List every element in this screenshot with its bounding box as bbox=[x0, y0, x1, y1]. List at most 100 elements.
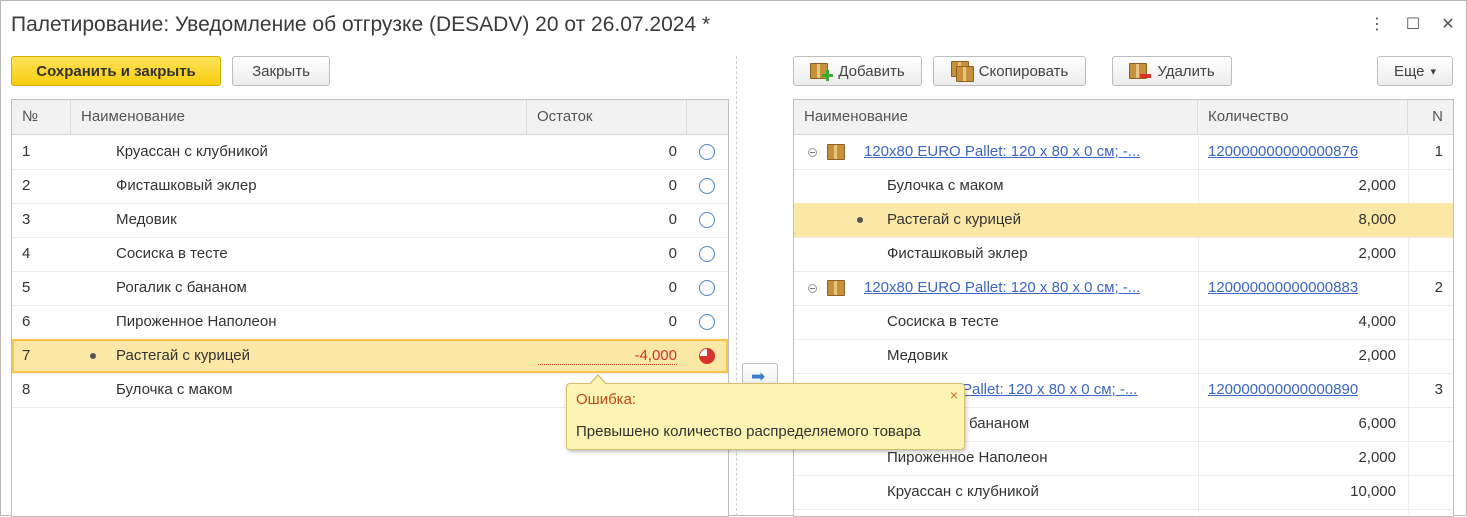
error-underline bbox=[538, 364, 677, 365]
pallet-item-row[interactable]: Сосиска в тесте 4,000 bbox=[794, 305, 1453, 340]
collapse-icon[interactable] bbox=[808, 284, 817, 293]
row-rest: 0 bbox=[668, 313, 677, 330]
header-name[interactable]: Наименование bbox=[794, 100, 1198, 134]
row-num: 8 bbox=[22, 381, 31, 398]
add-label: Добавить bbox=[838, 62, 905, 80]
item-name: Круассан с клубникой bbox=[887, 483, 1039, 500]
header-num[interactable]: № bbox=[12, 100, 71, 134]
item-name: Сосиска в тесте bbox=[887, 313, 999, 330]
header-n[interactable]: N bbox=[1408, 100, 1453, 134]
row-num: 1 bbox=[22, 143, 31, 160]
row-rest: 0 bbox=[668, 279, 677, 296]
item-qty: 2,000 bbox=[1358, 177, 1396, 194]
collapse-icon[interactable] bbox=[808, 148, 817, 157]
row-name: Фисташковый эклер bbox=[116, 177, 257, 194]
table-row[interactable]: 1 Круассан с клубникой 0 bbox=[12, 135, 728, 170]
chevron-down-icon: ▾ bbox=[1430, 65, 1437, 78]
header-name[interactable]: Наименование bbox=[71, 100, 527, 134]
pallet-name-link[interactable]: Pallet: 120 x 80 x 0 см; -... bbox=[962, 373, 1188, 407]
error-message: Превышено количество распределяемого тов… bbox=[576, 423, 921, 440]
left-goods-table: № Наименование Остаток 1 Круассан с клуб… bbox=[11, 99, 729, 517]
delete-box-icon bbox=[1129, 61, 1152, 81]
close-icon[interactable]: ✕ bbox=[1438, 14, 1458, 34]
pallet-item-row[interactable]: Круассан с клубникой 10,000 bbox=[794, 475, 1453, 510]
pallet-item-row[interactable]: Фисташковый эклер 2,000 bbox=[794, 237, 1453, 272]
pallet-item-row[interactable]: Медовик 2,000 bbox=[794, 339, 1453, 374]
row-rest: 0 bbox=[668, 245, 677, 262]
maximize-icon[interactable]: ☐ bbox=[1403, 14, 1423, 34]
close-button[interactable]: Закрыть bbox=[232, 56, 330, 86]
row-rest: 0 bbox=[668, 143, 677, 160]
more-label: Еще bbox=[1393, 62, 1425, 80]
add-box-icon bbox=[810, 61, 834, 81]
save-and-close-button[interactable]: Сохранить и закрыть bbox=[11, 56, 221, 86]
item-name: Фисташковый эклер bbox=[887, 245, 1028, 262]
error-tooltip: Ошибка: × Превышено количество распредел… bbox=[566, 374, 965, 450]
item-name: Медовик bbox=[887, 347, 948, 364]
tooltip-close-icon[interactable]: × bbox=[950, 387, 958, 403]
window-title: Палетирование: Уведомление об отгрузке (… bbox=[11, 13, 711, 36]
status-circle-icon bbox=[699, 212, 715, 228]
status-circle-icon bbox=[699, 144, 715, 160]
row-rest: 0 bbox=[668, 211, 677, 228]
right-pallets-table: Наименование Количество N 120x80 EURO Pa… bbox=[793, 99, 1454, 517]
row-name: Круассан с клубникой bbox=[116, 143, 268, 160]
status-circle-icon bbox=[699, 280, 715, 296]
table-row[interactable]: 6 Пироженное Наполеон 0 bbox=[12, 305, 728, 340]
add-button[interactable]: Добавить bbox=[793, 56, 922, 86]
more-actions-icon[interactable]: ⋮ bbox=[1367, 14, 1387, 34]
left-table-header: № Наименование Остаток bbox=[12, 100, 728, 135]
row-name: Рогалик с бананом bbox=[116, 279, 247, 296]
row-rest-negative[interactable]: -4,000 bbox=[532, 339, 677, 373]
table-row[interactable]: 2 Фисташковый эклер 0 bbox=[12, 169, 728, 204]
item-qty: 6,000 bbox=[1358, 415, 1396, 432]
pallet-item-row-selected[interactable]: Растегай с курицей 8,000 bbox=[794, 203, 1453, 238]
item-qty: 2,000 bbox=[1358, 347, 1396, 364]
pallet-code-link[interactable]: 120000000000000876 bbox=[1208, 135, 1358, 169]
pallet-item-row[interactable]: Булочка с маком 2,000 bbox=[794, 169, 1453, 204]
pallet-number: 1 bbox=[1434, 143, 1443, 160]
copy-button[interactable]: Скопировать bbox=[933, 56, 1086, 86]
table-row[interactable]: 4 Сосиска в тесте 0 bbox=[12, 237, 728, 272]
row-num: 6 bbox=[22, 313, 31, 330]
table-row[interactable]: 5 Рогалик с бананом 0 bbox=[12, 271, 728, 306]
palletizing-window: Палетирование: Уведомление об отгрузке (… bbox=[0, 0, 1467, 517]
header-status bbox=[687, 100, 728, 134]
row-name: Медовик bbox=[116, 211, 177, 228]
item-qty: 8,000 bbox=[1358, 211, 1396, 228]
current-row-marker-icon bbox=[90, 353, 96, 359]
more-dropdown-button[interactable]: Еще ▾ bbox=[1377, 56, 1453, 86]
item-name: Булочка с маком bbox=[887, 177, 1004, 194]
status-circle-icon bbox=[699, 178, 715, 194]
close-label: Закрыть bbox=[252, 62, 310, 80]
delete-button[interactable]: Удалить bbox=[1112, 56, 1232, 86]
copy-label: Скопировать bbox=[978, 62, 1069, 80]
row-num: 3 bbox=[22, 211, 31, 228]
row-name: Булочка с маком bbox=[116, 381, 233, 398]
item-qty: 2,000 bbox=[1358, 449, 1396, 466]
row-name: Пироженное Наполеон bbox=[116, 313, 277, 330]
table-row-selected[interactable]: 7 Растегай с курицей -4,000 bbox=[12, 339, 728, 374]
pallet-row[interactable]: 120x80 EURO Pallet: 120 x 80 x 0 см; -..… bbox=[794, 135, 1453, 170]
pallet-number: 3 bbox=[1434, 381, 1443, 398]
item-qty: 2,000 bbox=[1358, 245, 1396, 262]
error-title: Ошибка: bbox=[576, 391, 637, 408]
header-rest[interactable]: Остаток bbox=[527, 100, 687, 134]
status-circle-icon bbox=[699, 314, 715, 330]
table-row[interactable]: 3 Медовик 0 bbox=[12, 203, 728, 238]
right-table-header: Наименование Количество N bbox=[794, 100, 1453, 135]
row-num: 4 bbox=[22, 245, 31, 262]
status-circle-icon bbox=[699, 246, 715, 262]
pallet-name-link[interactable]: 120x80 EURO Pallet: 120 x 80 x 0 см; -..… bbox=[864, 135, 1188, 169]
pallet-box-icon bbox=[827, 280, 845, 296]
pallet-number: 2 bbox=[1434, 279, 1443, 296]
pallet-code-link[interactable]: 120000000000000883 bbox=[1208, 271, 1358, 305]
row-rest: 0 bbox=[668, 177, 677, 194]
pallet-code-link[interactable]: 120000000000000890 bbox=[1208, 373, 1358, 407]
header-qty[interactable]: Количество bbox=[1198, 100, 1408, 134]
row-name: Сосиска в тесте bbox=[116, 245, 228, 262]
save-and-close-label: Сохранить и закрыть bbox=[36, 62, 196, 80]
pallet-name-link[interactable]: 120x80 EURO Pallet: 120 x 80 x 0 см; -..… bbox=[864, 271, 1188, 305]
item-qty: 4,000 bbox=[1358, 313, 1396, 330]
pallet-row[interactable]: 120x80 EURO Pallet: 120 x 80 x 0 см; -..… bbox=[794, 271, 1453, 306]
